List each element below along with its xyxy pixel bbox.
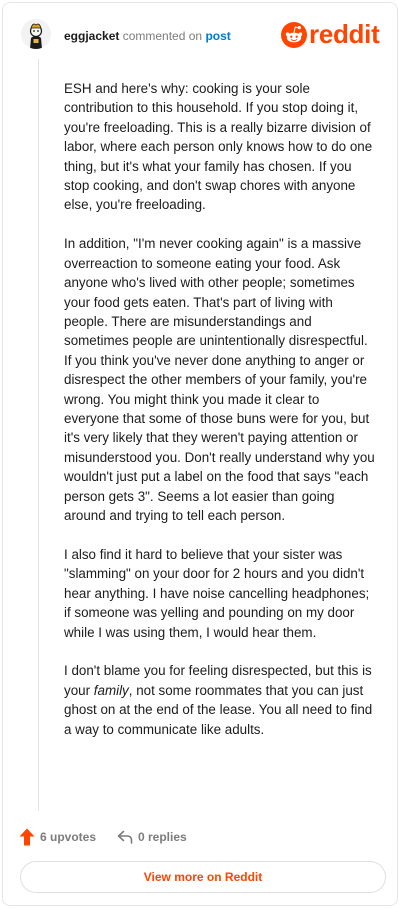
comment-emphasis: family bbox=[93, 682, 129, 698]
comment-body: ESH and here's why: cooking is your sole… bbox=[64, 79, 376, 759]
view-more-button[interactable]: View more on Reddit bbox=[20, 861, 386, 893]
comment-paragraph-3: I also find it hard to believe that your… bbox=[64, 546, 370, 640]
comment-paragraph-2: In addition, "I'm never cooking again" i… bbox=[64, 236, 375, 524]
reply-arrow-icon[interactable] bbox=[117, 829, 133, 845]
reddit-logo-text: reddit bbox=[309, 19, 380, 49]
upvote-count: 6 upvotes bbox=[40, 830, 97, 844]
comment-verb: commented on bbox=[122, 29, 203, 43]
comment-paragraph-4: I don't blame you for feeling disrespect… bbox=[64, 661, 376, 739]
reply-count[interactable]: 0 replies bbox=[138, 830, 187, 844]
thread-line bbox=[38, 59, 39, 811]
post-link[interactable]: post bbox=[205, 29, 230, 43]
upvote-arrow-icon[interactable] bbox=[19, 828, 35, 846]
comment-footer: 6 upvotes 0 replies bbox=[19, 826, 387, 850]
comment-paragraph-1: ESH and here's why: cooking is your sole… bbox=[64, 81, 373, 213]
comment-header: eggjacket commented on post reddit bbox=[19, 17, 387, 57]
reddit-logo-icon bbox=[281, 22, 307, 48]
username[interactable]: eggjacket bbox=[64, 29, 119, 43]
comment-meta: eggjacket commented on post bbox=[64, 29, 231, 43]
reddit-logo[interactable]: reddit bbox=[281, 19, 387, 50]
comment-embed-card: eggjacket commented on post reddit ESH a… bbox=[2, 2, 398, 906]
avatar[interactable] bbox=[21, 19, 51, 49]
